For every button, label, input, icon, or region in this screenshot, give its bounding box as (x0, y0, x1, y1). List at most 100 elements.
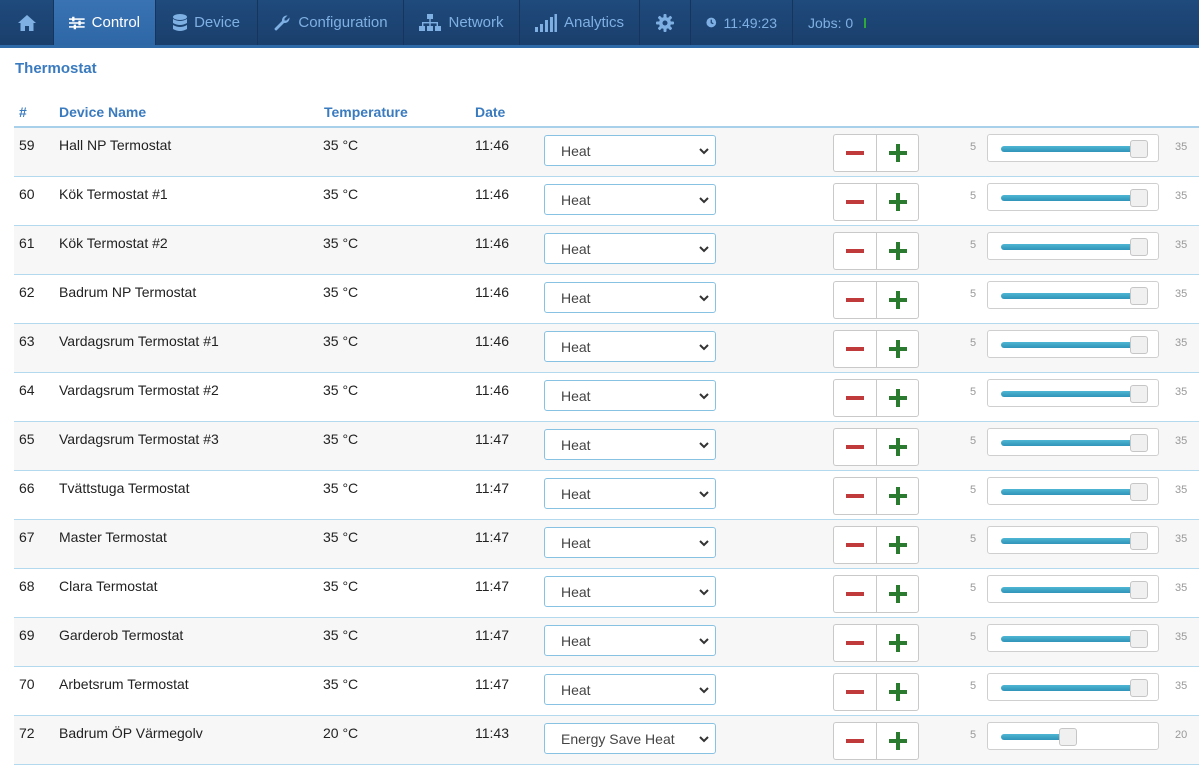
row-number: 70 (19, 676, 35, 692)
mode-select[interactable]: Heat (544, 282, 716, 313)
plus-icon (888, 193, 907, 211)
setpoint-slider[interactable] (987, 330, 1159, 358)
slider-handle[interactable] (1130, 532, 1148, 550)
mode-select[interactable]: Heat (544, 135, 716, 166)
mode-select-value: Heat (561, 583, 591, 600)
decrease-button[interactable] (833, 232, 876, 270)
slider-handle[interactable] (1130, 483, 1148, 501)
increase-button[interactable] (876, 428, 919, 466)
device-name: Garderob Termostat (59, 627, 184, 643)
increase-button[interactable] (876, 722, 919, 760)
clock-time: 11:49:23 (723, 14, 777, 31)
mode-select[interactable]: Heat (544, 184, 716, 215)
mode-select[interactable]: Heat (544, 576, 716, 607)
increase-button[interactable] (876, 673, 919, 711)
decrease-button[interactable] (833, 183, 876, 221)
slider-handle[interactable] (1130, 581, 1148, 599)
decrease-button[interactable] (833, 134, 876, 172)
decrease-button[interactable] (833, 428, 876, 466)
mode-select[interactable]: Heat (544, 331, 716, 362)
mode-select[interactable]: Energy Save Heat (544, 723, 716, 754)
mode-select-value: Heat (561, 142, 591, 159)
setpoint-slider[interactable] (987, 379, 1159, 407)
decrease-button[interactable] (833, 477, 876, 515)
nav-configuration[interactable]: Configuration (258, 0, 404, 45)
decrease-button[interactable] (833, 624, 876, 662)
increase-button[interactable] (876, 526, 919, 564)
increase-button[interactable] (876, 477, 919, 515)
nav-analytics[interactable]: Analytics (520, 0, 640, 45)
setpoint-stepper (833, 722, 919, 760)
nav-control[interactable]: Control (54, 0, 156, 45)
mode-select[interactable]: Heat (544, 429, 716, 460)
plus-icon (888, 683, 907, 701)
increase-button[interactable] (876, 624, 919, 662)
slider-fill (1001, 538, 1137, 544)
mode-select[interactable]: Heat (544, 674, 716, 705)
date-value: 11:47 (475, 676, 509, 692)
setpoint-slider[interactable] (987, 183, 1159, 211)
increase-button[interactable] (876, 232, 919, 270)
decrease-button[interactable] (833, 379, 876, 417)
decrease-button[interactable] (833, 330, 876, 368)
decrease-button[interactable] (833, 281, 876, 319)
date-value: 11:47 (475, 529, 509, 545)
setpoint-slider[interactable] (987, 134, 1159, 162)
date-value: 11:46 (475, 186, 509, 202)
setpoint-stepper (833, 575, 919, 613)
slider-handle[interactable] (1059, 728, 1077, 746)
chevron-down-icon (699, 148, 709, 155)
slider-handle[interactable] (1130, 140, 1148, 158)
setpoint-slider[interactable] (987, 526, 1159, 554)
nav-configuration-label: Configuration (298, 14, 388, 31)
nav-jobs[interactable]: Jobs: 0 (793, 0, 881, 45)
table-row: 65 Vardagsrum Termostat #3 35 °C 11:47 Heat 5… (14, 422, 1199, 471)
decrease-button[interactable] (833, 575, 876, 613)
nav-settings[interactable] (640, 0, 691, 45)
increase-button[interactable] (876, 575, 919, 613)
increase-button[interactable] (876, 134, 919, 172)
nav-network[interactable]: Network (404, 0, 520, 45)
minus-icon (846, 151, 864, 155)
mode-select[interactable]: Heat (544, 233, 716, 264)
setpoint-stepper (833, 379, 919, 417)
date-value: 11:46 (475, 235, 509, 251)
increase-button[interactable] (876, 183, 919, 221)
setpoint-stepper (833, 232, 919, 270)
decrease-button[interactable] (833, 526, 876, 564)
mode-select[interactable]: Heat (544, 625, 716, 656)
slider-handle[interactable] (1130, 238, 1148, 256)
slider-handle[interactable] (1130, 385, 1148, 403)
decrease-button[interactable] (833, 722, 876, 760)
row-number: 63 (19, 333, 35, 349)
increase-button[interactable] (876, 379, 919, 417)
mode-select[interactable]: Heat (544, 478, 716, 509)
decrease-button[interactable] (833, 673, 876, 711)
slider-handle[interactable] (1130, 189, 1148, 207)
slider-handle[interactable] (1130, 630, 1148, 648)
slider-min-label: 5 (970, 582, 977, 594)
setpoint-slider[interactable] (987, 575, 1159, 603)
setpoint-slider[interactable] (987, 624, 1159, 652)
slider-handle[interactable] (1130, 679, 1148, 697)
sliders-icon (69, 16, 85, 29)
increase-button[interactable] (876, 330, 919, 368)
slider-handle[interactable] (1130, 434, 1148, 452)
setpoint-slider[interactable] (987, 281, 1159, 309)
setpoint-slider[interactable] (987, 722, 1159, 750)
temperature-value: 35 °C (323, 382, 359, 398)
setpoint-slider[interactable] (987, 428, 1159, 456)
row-number: 64 (19, 382, 35, 398)
setpoint-slider[interactable] (987, 477, 1159, 505)
setpoint-slider[interactable] (987, 232, 1159, 260)
setpoint-slider[interactable] (987, 673, 1159, 701)
slider-handle[interactable] (1130, 336, 1148, 354)
mode-select[interactable]: Heat (544, 527, 716, 558)
nav-device[interactable]: Device (156, 0, 258, 45)
increase-button[interactable] (876, 281, 919, 319)
nav-home[interactable] (0, 0, 54, 45)
wrench-icon (274, 14, 290, 30)
slider-handle[interactable] (1130, 287, 1148, 305)
mode-select[interactable]: Heat (544, 380, 716, 411)
setpoint-stepper (833, 477, 919, 515)
